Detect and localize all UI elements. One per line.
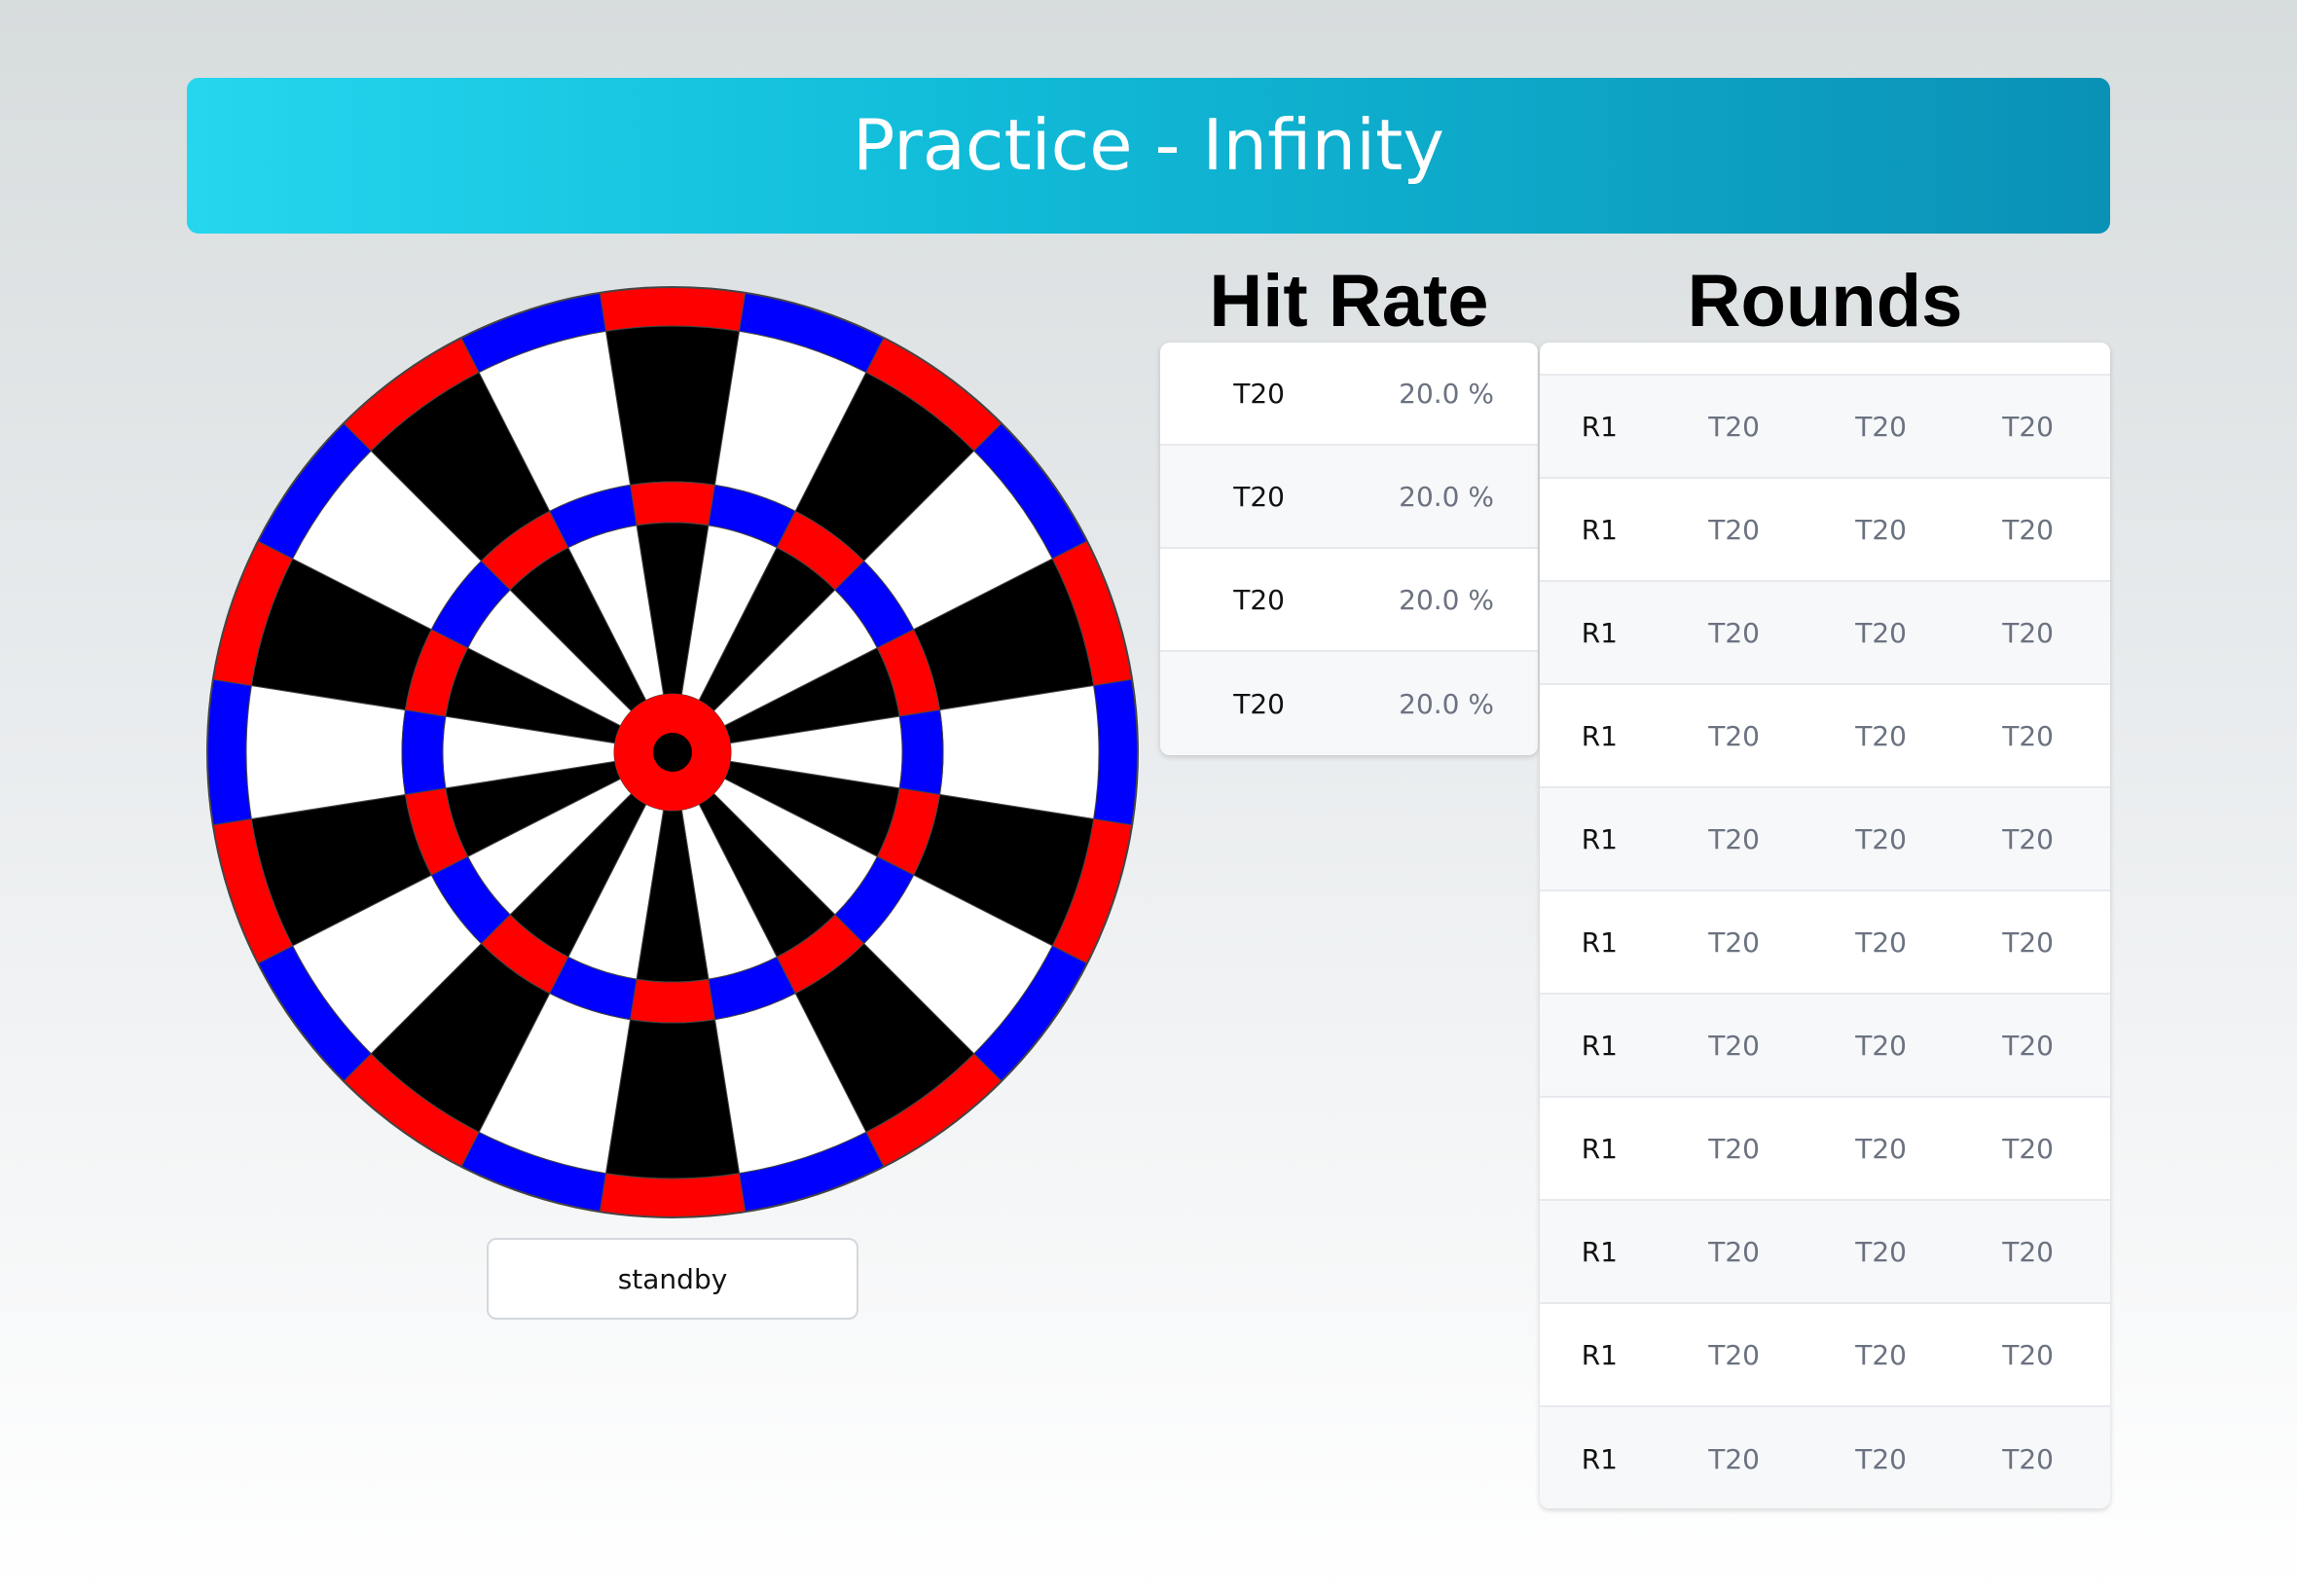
round-row: R1 T20 T20 T20: [1540, 582, 2110, 685]
hit-rate-value: 20.0 %: [1399, 687, 1494, 720]
round-throw-1: T20: [1708, 822, 1760, 855]
round-throw-3: T20: [2002, 719, 2054, 752]
round-throw-2: T20: [1855, 1029, 1907, 1062]
round-throw-2: T20: [1855, 616, 1907, 649]
round-row: R1 T20 T20 T20: [1540, 376, 2110, 479]
round-throw-2: T20: [1855, 719, 1907, 752]
round-label: R1: [1581, 925, 1618, 959]
dartboard[interactable]: [202, 282, 1143, 1222]
round-row: R1 T20 T20 T20: [1540, 685, 2110, 788]
hit-rate-target: T20: [1233, 687, 1285, 720]
hit-rate-value: 20.0 %: [1399, 480, 1494, 513]
dartboard-double-segment[interactable]: [1093, 678, 1139, 826]
dartboard-treble-segment[interactable]: [629, 978, 716, 1024]
round-throw-1: T20: [1708, 719, 1760, 752]
round-row: R1 T20 T20 T20: [1540, 891, 2110, 995]
round-throw-2: T20: [1855, 925, 1907, 959]
round-label: R1: [1581, 1132, 1618, 1165]
round-throw-3: T20: [2002, 1338, 2054, 1371]
round-row: R1 T20 T20 T20: [1540, 788, 2110, 891]
hit-rate-title: Hit Rate: [1209, 260, 1489, 343]
round-throw-3: T20: [2002, 1029, 2054, 1062]
round-row: R1 T20 T20 T20: [1540, 479, 2110, 582]
round-throw-1: T20: [1708, 1338, 1760, 1371]
round-row: R1 T20 T20 T20: [1540, 995, 2110, 1098]
dartboard-double-segment[interactable]: [206, 678, 252, 826]
hit-rate-target: T20: [1233, 480, 1285, 513]
page-header: Practice - Infinity: [187, 78, 2110, 234]
round-label: R1: [1581, 822, 1618, 855]
round-throw-3: T20: [2002, 1132, 2054, 1165]
round-throw-2: T20: [1855, 1338, 1907, 1371]
round-label: R1: [1581, 616, 1618, 649]
round-throw-3: T20: [2002, 616, 2054, 649]
round-throw-1: T20: [1708, 925, 1760, 959]
round-throw-1: T20: [1708, 1029, 1760, 1062]
hit-rate-row: T20 20.0 %: [1160, 343, 1538, 446]
round-row: R1 T20 T20 T20: [1540, 1201, 2110, 1304]
hit-rate-row: T20 20.0 %: [1160, 549, 1538, 652]
hit-rate-target: T20: [1233, 583, 1285, 616]
round-throw-3: T20: [2002, 1442, 2054, 1475]
round-label: R1: [1581, 1338, 1618, 1371]
round-throw-1: T20: [1708, 1235, 1760, 1268]
dartboard-double-segment[interactable]: [599, 286, 747, 332]
round-throw-1: T20: [1708, 616, 1760, 649]
round-label: R1: [1581, 1029, 1618, 1062]
rounds-title: Rounds: [1687, 260, 1963, 343]
round-label: R1: [1581, 1442, 1618, 1475]
rounds-table-header: [1540, 343, 2110, 376]
hit-rate-row: T20 20.0 %: [1160, 446, 1538, 549]
round-label: R1: [1581, 513, 1618, 546]
round-throw-2: T20: [1855, 1442, 1907, 1475]
round-throw-2: T20: [1855, 822, 1907, 855]
round-throw-1: T20: [1708, 1132, 1760, 1165]
round-throw-2: T20: [1855, 1132, 1907, 1165]
round-throw-2: T20: [1855, 1235, 1907, 1268]
dartboard-double-segment[interactable]: [599, 1173, 747, 1218]
hit-rate-row: T20 20.0 %: [1160, 652, 1538, 755]
round-label: R1: [1581, 719, 1618, 752]
dartboard-treble-segment[interactable]: [898, 708, 944, 796]
round-throw-1: T20: [1708, 513, 1760, 546]
hit-rate-value: 20.0 %: [1399, 377, 1494, 410]
round-throw-3: T20: [2002, 925, 2054, 959]
round-throw-3: T20: [2002, 410, 2054, 443]
page-title: Practice - Infinity: [852, 104, 1445, 186]
rounds-table: R1 T20 T20 T20 R1 T20 T20 T20 R1 T20 T20…: [1540, 343, 2110, 1508]
round-throw-3: T20: [2002, 513, 2054, 546]
round-throw-1: T20: [1708, 1442, 1760, 1475]
round-row: R1 T20 T20 T20: [1540, 1098, 2110, 1201]
hit-rate-table: T20 20.0 % T20 20.0 % T20 20.0 % T20 20.…: [1160, 343, 1538, 755]
round-throw-1: T20: [1708, 410, 1760, 443]
dartboard-treble-segment[interactable]: [401, 708, 447, 796]
round-throw-2: T20: [1855, 410, 1907, 443]
round-label: R1: [1581, 410, 1618, 443]
round-label: R1: [1581, 1235, 1618, 1268]
dartboard-inner-bull[interactable]: [653, 733, 692, 772]
status-box: standby: [487, 1238, 858, 1320]
dartboard-treble-segment[interactable]: [629, 481, 716, 526]
round-row: R1 T20 T20 T20: [1540, 1407, 2110, 1508]
round-throw-2: T20: [1855, 513, 1907, 546]
hit-rate-target: T20: [1233, 377, 1285, 410]
status-text: standby: [617, 1262, 728, 1295]
hit-rate-value: 20.0 %: [1399, 583, 1494, 616]
round-row: R1 T20 T20 T20: [1540, 1304, 2110, 1407]
round-throw-3: T20: [2002, 822, 2054, 855]
round-throw-3: T20: [2002, 1235, 2054, 1268]
